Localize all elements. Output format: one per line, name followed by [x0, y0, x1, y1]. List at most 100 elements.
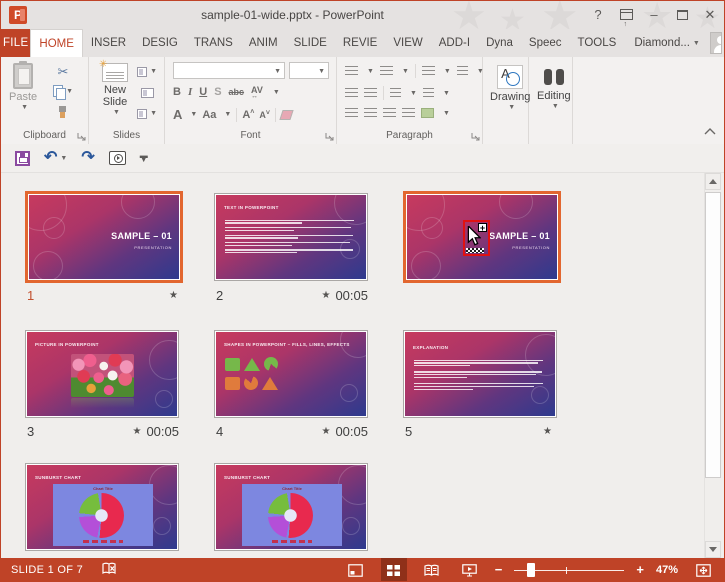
maximize-button[interactable] — [668, 1, 696, 29]
change-case-button[interactable]: Aa — [202, 109, 216, 121]
scrollbar-thumb[interactable] — [705, 192, 721, 478]
tab-transitions[interactable]: TRANS — [186, 29, 241, 57]
align-right-icon[interactable] — [383, 108, 396, 118]
user-avatar[interactable] — [709, 32, 722, 54]
redo-button[interactable]: ↷ — [81, 150, 94, 166]
paste-button[interactable]: Paste ▼ — [9, 61, 38, 111]
character-spacing-button[interactable]: AV ↔ — [251, 85, 263, 100]
zoom-slider-center-tick — [566, 567, 568, 574]
tab-home[interactable]: HOME — [30, 29, 83, 57]
tab-speech[interactable]: Speec — [521, 29, 570, 57]
tab-animations[interactable]: ANIM — [241, 29, 286, 57]
slide-show-button[interactable] — [457, 558, 483, 581]
cut-button[interactable]: ✂ — [53, 63, 73, 80]
drawing-button[interactable]: A Drawing ▼ — [490, 65, 530, 111]
chart-legend — [272, 540, 312, 543]
undo-button[interactable]: ↶ ▼ — [44, 150, 67, 166]
zoom-in-button[interactable]: + — [636, 558, 644, 581]
slide-thumbnail-3[interactable]: PICTURE IN POWERPOINT — [25, 330, 179, 418]
tab-view[interactable]: VIEW — [385, 29, 430, 57]
tab-addins[interactable]: ADD-I — [431, 29, 478, 57]
powerpoint-window: ★ ★ ★ ★ ★ P sample-01-wide.pptx - PowerP… — [0, 0, 725, 582]
format-painter-button[interactable] — [53, 104, 73, 121]
slide-layout-button[interactable]: ▼ — [137, 63, 157, 80]
section-button[interactable]: ▼ — [137, 105, 157, 122]
increase-indent-icon[interactable] — [364, 88, 377, 98]
slide-thumbnail-7[interactable]: SUNBURST CHART Chart Title — [214, 463, 368, 551]
chevron-down-icon: ▼ — [60, 154, 68, 162]
tab-slideshow[interactable]: SLIDE — [286, 29, 335, 57]
vertical-scrollbar[interactable] — [704, 173, 721, 558]
editing-button[interactable]: Editing ▼ — [537, 66, 571, 110]
tab-insert[interactable]: INSER — [83, 29, 134, 57]
slide-thumbnail-1[interactable]: SAMPLE – 01 PRESENTATION — [25, 191, 183, 283]
align-left-icon[interactable] — [345, 108, 358, 118]
flower-picture — [71, 354, 134, 397]
font-dialog-launcher[interactable] — [325, 132, 334, 141]
shrink-font-button[interactable]: A˅ — [259, 110, 270, 120]
tab-dyna[interactable]: Dyna — [478, 29, 521, 57]
help-button[interactable]: ? — [584, 1, 612, 29]
columns-icon[interactable] — [390, 88, 401, 98]
minimize-button[interactable]: – — [640, 1, 668, 29]
zoom-out-button[interactable]: − — [495, 558, 503, 581]
slide-thumbnail-drag-copy[interactable]: SAMPLE – 01 PRESENTATION + — [403, 191, 561, 283]
justify-icon[interactable] — [402, 108, 415, 118]
zoom-percentage[interactable]: 47% — [656, 564, 678, 576]
slide-thumbnail-2[interactable]: TEXT IN POWERPOINT — [214, 193, 368, 281]
font-color-button[interactable]: A — [173, 107, 182, 122]
slide-5-canvas: EXPLANATION — [405, 332, 555, 416]
tab-file[interactable]: FILE — [1, 29, 31, 57]
close-button[interactable]: ✕ — [696, 1, 724, 29]
reading-view-icon — [424, 564, 439, 576]
collapse-ribbon-button[interactable] — [704, 122, 716, 140]
reading-view-button[interactable] — [419, 558, 445, 581]
new-slide-button[interactable]: ✳ New Slide ▼ — [95, 59, 135, 116]
zoom-slider[interactable] — [514, 563, 625, 577]
start-from-beginning-button[interactable] — [108, 151, 126, 165]
line-spacing-icon[interactable] — [421, 66, 435, 76]
paragraph-dialog-launcher[interactable] — [471, 132, 480, 141]
grow-font-button[interactable]: A˄ — [242, 109, 254, 121]
text-shadow-button[interactable]: S — [214, 86, 221, 98]
font-name-combobox[interactable]: ▼ — [173, 62, 285, 79]
customize-qat-button[interactable]: ▬ ▼ — [140, 152, 148, 164]
account-menu[interactable]: Diamond... ▼ — [624, 29, 704, 57]
bullets-icon[interactable] — [345, 66, 358, 76]
scroll-down-button[interactable] — [705, 541, 721, 558]
zoom-slider-thumb[interactable] — [527, 563, 536, 577]
save-button[interactable] — [15, 150, 30, 166]
align-center-icon[interactable] — [364, 108, 377, 118]
ribbon-display-options-button[interactable] — [612, 1, 640, 29]
smartart-icon[interactable] — [421, 108, 434, 118]
slide-thumbnail-6[interactable]: SUNBURST CHART Chart Title — [25, 463, 179, 551]
italic-button[interactable]: I — [188, 86, 192, 98]
strikethrough-button[interactable]: abc — [229, 87, 245, 97]
slide-count-indicator: SLIDE 1 OF 7 — [11, 564, 84, 576]
underline-button[interactable]: U — [199, 86, 207, 98]
bold-button[interactable]: B — [173, 86, 181, 98]
slide-thumbnail-4[interactable]: SHAPES IN POWERPOINT – FILLS, LINES, EFF… — [214, 330, 368, 418]
animation-star-icon: ★ — [321, 289, 331, 301]
tab-review[interactable]: REVIE — [335, 29, 386, 57]
slide-thumbnail-5[interactable]: EXPLANATION — [403, 330, 557, 418]
tab-tools[interactable]: TOOLS — [570, 29, 625, 57]
fit-slide-to-window-button[interactable] — [690, 558, 716, 581]
slide-sorter-view-button[interactable] — [380, 558, 407, 581]
numbering-icon[interactable] — [379, 66, 393, 76]
align-text-icon[interactable] — [422, 88, 434, 98]
font-size-combobox[interactable]: ▼ — [289, 62, 329, 79]
clear-formatting-icon[interactable] — [279, 109, 294, 120]
clipboard-dialog-launcher[interactable] — [77, 132, 86, 141]
decrease-indent-icon[interactable] — [345, 88, 358, 98]
text-direction-icon[interactable] — [456, 66, 468, 76]
copy-button[interactable]: ▼ — [53, 83, 73, 100]
slide-2-caption: 2 ★ 00:05 — [216, 287, 368, 303]
reset-slide-button[interactable] — [137, 84, 157, 101]
group-slides: ✳ New Slide ▼ ▼ ▼ Slides — [89, 57, 165, 144]
normal-view-button[interactable] — [343, 558, 369, 581]
scroll-up-button[interactable] — [705, 173, 721, 190]
paste-label: Paste — [9, 91, 38, 103]
spell-check-button[interactable] — [101, 562, 117, 579]
tab-design[interactable]: DESIG — [134, 29, 186, 57]
